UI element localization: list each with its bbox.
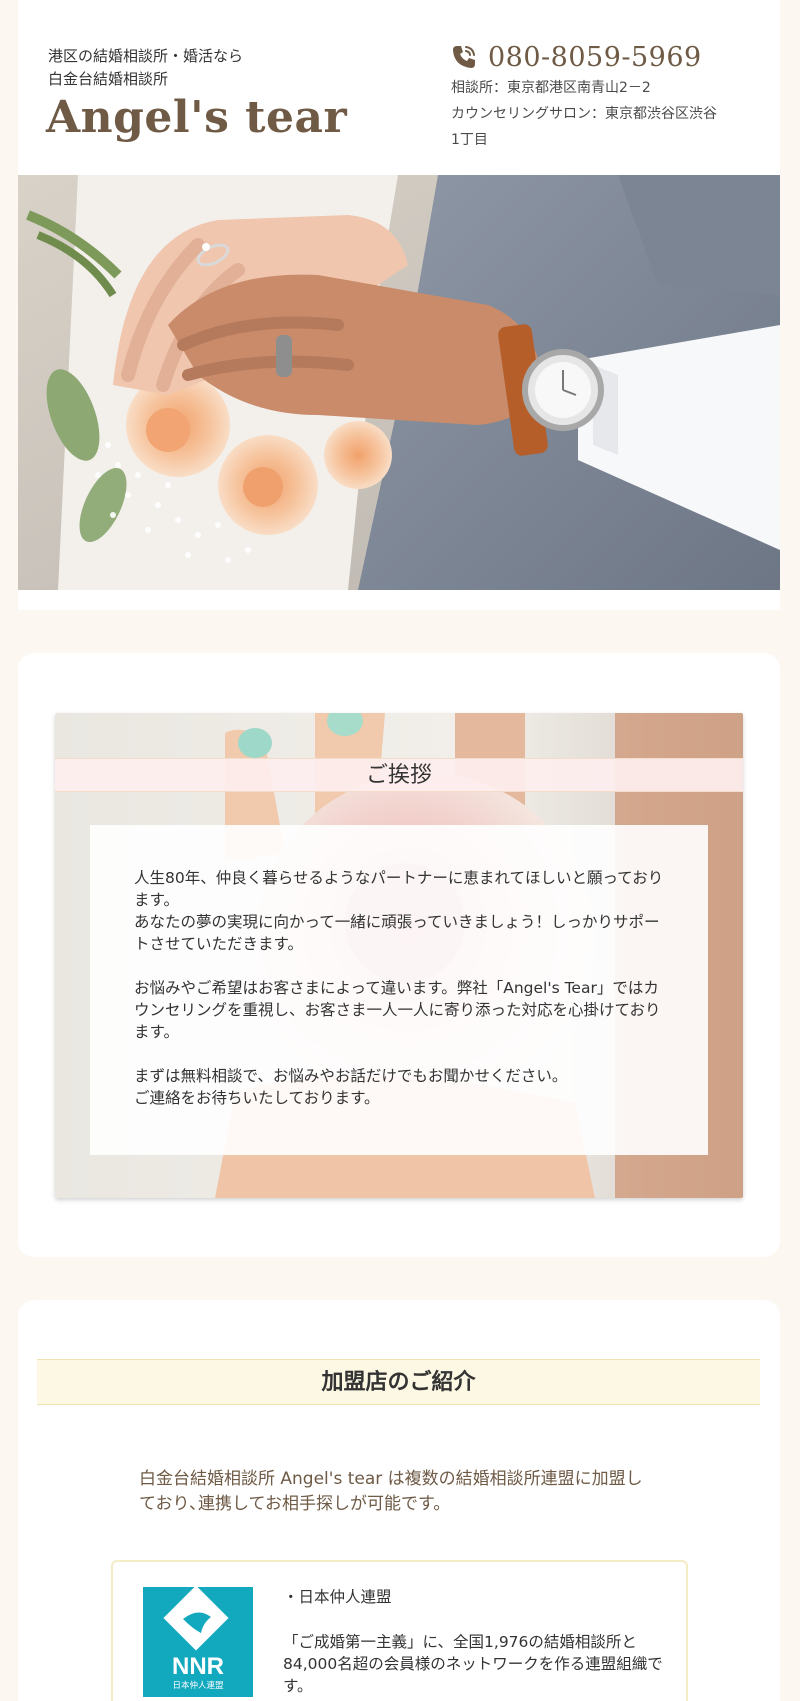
phone-number[interactable]: 080-8059-5969 xyxy=(488,42,702,73)
member-description: 「ご成婚第一主義」に、全国1,976の結婚相談所と84,000名超の会員様のネッ… xyxy=(283,1633,663,1695)
nnr-logo-subtext: 日本仲人連盟 xyxy=(172,1680,224,1691)
hero-bottom-spacer xyxy=(18,590,780,610)
greeting-paragraph-1: 人生80年、仲良く暮らせるようなパートナーに恵まれてほしいと願っております。 あ… xyxy=(134,867,666,955)
greeting-paragraph-2: お悩みやご希望はお客さまによって違います。弊社「Angel's Tear」ではカ… xyxy=(134,979,661,1041)
site-logo[interactable]: Angel's tear xyxy=(46,92,347,143)
address-block: 相談所：東京都港区南青山2－2 カウンセリングサロン：東京都渋谷区渋谷1丁目 xyxy=(451,75,721,153)
greeting-background: ご挨拶 人生80年、仲良く暮らせるようなパートナーに恵まれてほしいと願っておりま… xyxy=(55,713,743,1198)
member-item: NNR 日本仲人連盟 ・日本仲人連盟 「ご成婚第一主義」に、全国1,976の結婚… xyxy=(111,1560,688,1701)
greeting-line: まずは無料相談で、お悩みやお話だけでもお聞かせください。 xyxy=(134,1067,568,1085)
members-title: 加盟店のご紹介 xyxy=(37,1359,760,1405)
greeting-paragraph-3: まずは無料相談で、お悩みやお話だけでもお聞かせください。 ご連絡をお待ちいたして… xyxy=(134,1065,666,1109)
tagline-line1: 港区の結婚相談所・婚活なら xyxy=(48,47,244,65)
greeting-section: ご挨拶 人生80年、仲良く暮らせるようなパートナーに恵まれてほしいと願っておりま… xyxy=(18,653,780,1257)
members-intro: 白金台結婚相談所 Angel's tear は複数の結婚相談所連盟に加盟しており… xyxy=(139,1469,643,1514)
nnr-logo: NNR 日本仲人連盟 xyxy=(143,1587,253,1697)
salon-address: カウンセリングサロン：東京都渋谷区渋谷1丁目 xyxy=(451,106,717,148)
greeting-line: ご連絡をお待ちいたしております。 xyxy=(134,1089,380,1107)
greeting-line: あなたの夢の実現に向かって一緒に頑張っていきましょう！しっかりサポートさせていた… xyxy=(134,913,660,953)
phone-icon xyxy=(453,46,475,68)
nnr-logo-text: NNR xyxy=(172,1653,224,1680)
tagline-line2: 白金台結婚相談所 xyxy=(48,70,169,88)
member-name: ・日本仲人連盟 xyxy=(283,1588,392,1606)
greeting-text: 人生80年、仲良く暮らせるようなパートナーに恵まれてほしいと願っております。 あ… xyxy=(90,825,708,1155)
greeting-title: ご挨拶 xyxy=(55,758,743,792)
wedding-hands-photo xyxy=(18,175,780,590)
site-header: 港区の結婚相談所・婚活なら 白金台結婚相談所 Angel's tear 080-… xyxy=(18,0,780,175)
office-address: 相談所：東京都港区南青山2－2 xyxy=(451,80,651,96)
member-associations-section: 加盟店のご紹介 白金台結婚相談所 Angel's tear は複数の結婚相談所連… xyxy=(18,1300,780,1701)
hero-image xyxy=(18,175,780,590)
site-tagline: 港区の結婚相談所・婚活なら 白金台結婚相談所 xyxy=(48,45,243,91)
phone-link[interactable]: 080-8059-5969 xyxy=(450,40,702,74)
greeting-line: 人生80年、仲良く暮らせるようなパートナーに恵まれてほしいと願っております。 xyxy=(134,869,664,909)
